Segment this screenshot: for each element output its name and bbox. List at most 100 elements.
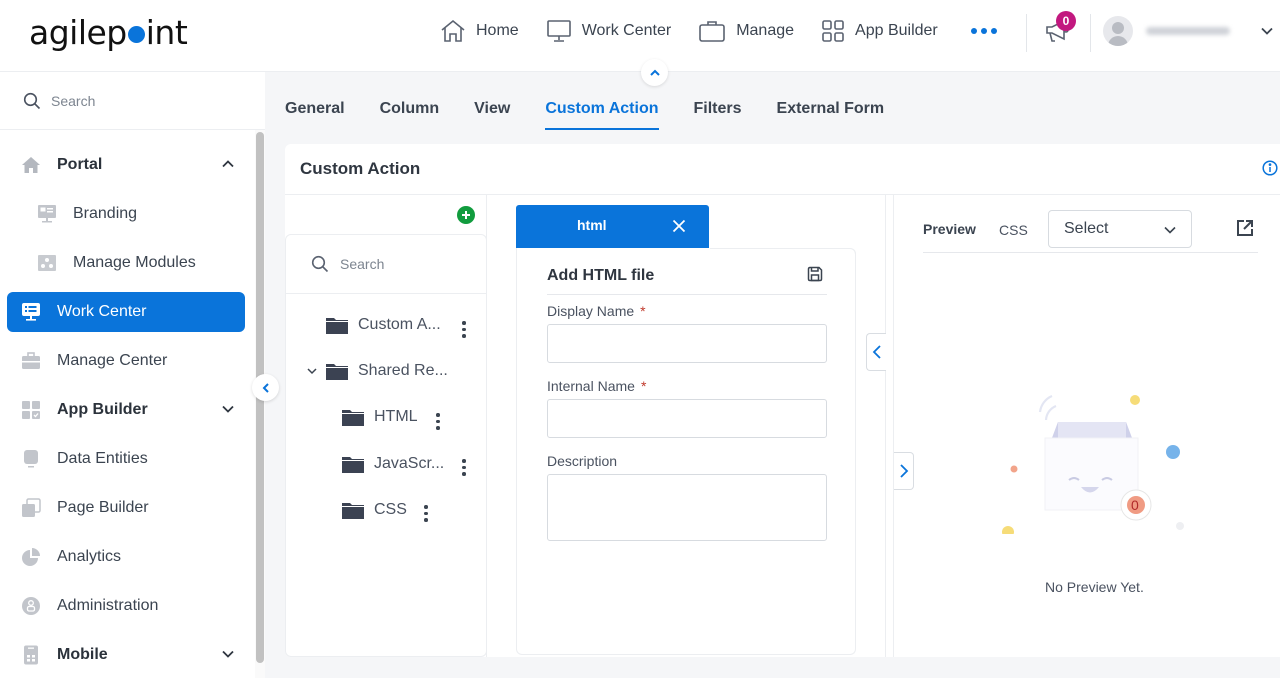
tree-node-menu-button[interactable]	[458, 457, 470, 478]
tree-node-label: CSS	[374, 501, 407, 518]
tree-node-menu-button[interactable]	[420, 503, 432, 524]
save-icon[interactable]	[807, 266, 823, 282]
sidebar-item-label: Administration	[57, 597, 159, 614]
sidebar-item-label: Branding	[73, 205, 138, 222]
preview-divider	[923, 252, 1258, 253]
sidebar-item-manage-center[interactable]: Manage Center	[7, 341, 245, 381]
sidebar-item-label: Manage Modules	[73, 254, 196, 271]
chevron-down-icon	[222, 405, 234, 413]
toolbox-icon	[21, 351, 41, 371]
tree-node-shared-resources[interactable]: Shared Re...	[306, 362, 448, 380]
sidebar-item-label: Portal	[57, 156, 103, 173]
folder-icon	[342, 457, 364, 473]
sidebar-search-input[interactable]: Search	[0, 72, 265, 130]
tree-node-label: HTML	[374, 408, 418, 425]
chevron-left-icon	[262, 382, 269, 393]
top-header: agilep int Home Work Center Manage App Bu…	[0, 0, 1280, 72]
sidebar-item-label: Data Entities	[57, 450, 148, 467]
user-menu[interactable]	[1103, 16, 1274, 46]
tab-external-form[interactable]: External Form	[777, 100, 885, 128]
tab-filters[interactable]: Filters	[694, 100, 742, 128]
css-select-dropdown[interactable]: Select	[1048, 210, 1192, 248]
announcements-button[interactable]: 0	[1044, 11, 1076, 49]
internal-name-input[interactable]	[547, 399, 827, 438]
sidebar-item-data-entities[interactable]: Data Entities	[7, 439, 245, 479]
close-icon[interactable]	[672, 219, 686, 233]
tree-node-menu-button[interactable]	[432, 411, 444, 432]
header-divider-2	[1090, 14, 1091, 52]
sidebar-item-branding[interactable]: Branding	[7, 194, 245, 234]
internal-name-label: Internal Name *	[547, 378, 647, 394]
sidebar-item-app-builder[interactable]: App Builder	[7, 390, 245, 430]
logo-text-end: int	[145, 13, 188, 52]
tree-node-html[interactable]: HTML	[342, 408, 418, 426]
pane-divider	[885, 195, 886, 657]
add-html-form: Add HTML file Display Name * Internal Nam…	[516, 248, 856, 655]
sidebar-search-placeholder: Search	[51, 92, 96, 109]
collapse-editor-button[interactable]	[866, 333, 886, 371]
sidebar-item-administration[interactable]: Administration	[7, 586, 245, 626]
description-label: Description	[547, 453, 618, 469]
chevron-down-icon	[1164, 226, 1176, 234]
branding-icon	[37, 204, 57, 224]
editor-tab-html[interactable]: html	[516, 205, 709, 248]
tree-node-css[interactable]: CSS	[342, 501, 407, 519]
logo-dot	[127, 26, 145, 43]
sidebar-item-label: Work Center	[57, 303, 147, 320]
tab-custom-action[interactable]: Custom Action	[545, 100, 659, 130]
sidebar-item-manage-modules[interactable]: Manage Modules	[7, 243, 245, 283]
form-divider	[547, 294, 827, 295]
folder-icon	[342, 503, 364, 519]
tree-node-label: Shared Re...	[358, 362, 448, 379]
app-builder-icon	[21, 400, 41, 420]
briefcase-icon	[699, 21, 726, 42]
tree-node-menu-button[interactable]	[458, 319, 470, 340]
agilepoint-logo[interactable]: agilep int	[29, 13, 188, 52]
sidebar-item-page-builder[interactable]: Page Builder	[7, 488, 245, 528]
sidebar: Search Portal Branding Manage Modules Wo…	[0, 72, 265, 678]
sidebar-item-label: Analytics	[57, 548, 122, 565]
nav-manage[interactable]: Manage	[698, 18, 794, 44]
required-asterisk: *	[640, 303, 646, 319]
empty-box-illustration	[1002, 394, 1184, 534]
nav-app-builder[interactable]: App Builder	[821, 19, 938, 43]
sidebar-item-work-center[interactable]: Work Center	[7, 292, 245, 332]
nav-home-label: Home	[476, 22, 519, 39]
sidebar-item-analytics[interactable]: Analytics	[7, 537, 245, 577]
collapse-header-button[interactable]	[641, 59, 668, 86]
open-external-icon[interactable]	[1236, 219, 1254, 237]
nav-work-center[interactable]: Work Center	[546, 18, 671, 44]
page-builder-icon	[21, 498, 41, 518]
home-icon	[21, 155, 41, 175]
tree-node-custom-actions[interactable]: Custom A...	[326, 316, 441, 334]
top-nav: Home Work Center Manage App Builder	[440, 18, 999, 44]
folder-icon	[326, 364, 348, 380]
chevron-down-icon	[222, 650, 234, 658]
more-horizontal-icon[interactable]	[969, 22, 999, 40]
sidebar-item-mobile[interactable]: Mobile	[7, 635, 245, 675]
tab-view[interactable]: View	[474, 100, 510, 128]
info-icon[interactable]	[1262, 160, 1278, 176]
description-textarea[interactable]	[547, 474, 827, 541]
search-icon	[23, 92, 41, 109]
tree-node-javascript[interactable]: JavaScr...	[342, 455, 444, 473]
work-center-icon	[21, 302, 41, 322]
required-asterisk: *	[640, 378, 647, 394]
sidebar-item-portal[interactable]: Portal	[7, 145, 245, 185]
display-name-input[interactable]	[547, 324, 827, 363]
search-icon	[311, 255, 329, 273]
resource-tree: Search Custom A... Shared Re... HTML Jav…	[285, 234, 487, 657]
expand-preview-button[interactable]	[894, 452, 914, 490]
modules-icon	[37, 253, 57, 273]
tab-general[interactable]: General	[285, 100, 345, 128]
panel-title: Custom Action	[300, 159, 421, 178]
nav-home[interactable]: Home	[440, 18, 519, 44]
tree-search-placeholder: Search	[340, 256, 385, 272]
sidebar-item-label: Mobile	[57, 646, 108, 663]
tab-column[interactable]: Column	[380, 100, 440, 128]
tree-search-input[interactable]: Search	[286, 235, 486, 294]
admin-icon	[21, 596, 41, 616]
add-resource-button[interactable]	[457, 206, 475, 224]
collapse-sidebar-button[interactable]	[252, 374, 279, 401]
plus-icon	[462, 211, 470, 219]
